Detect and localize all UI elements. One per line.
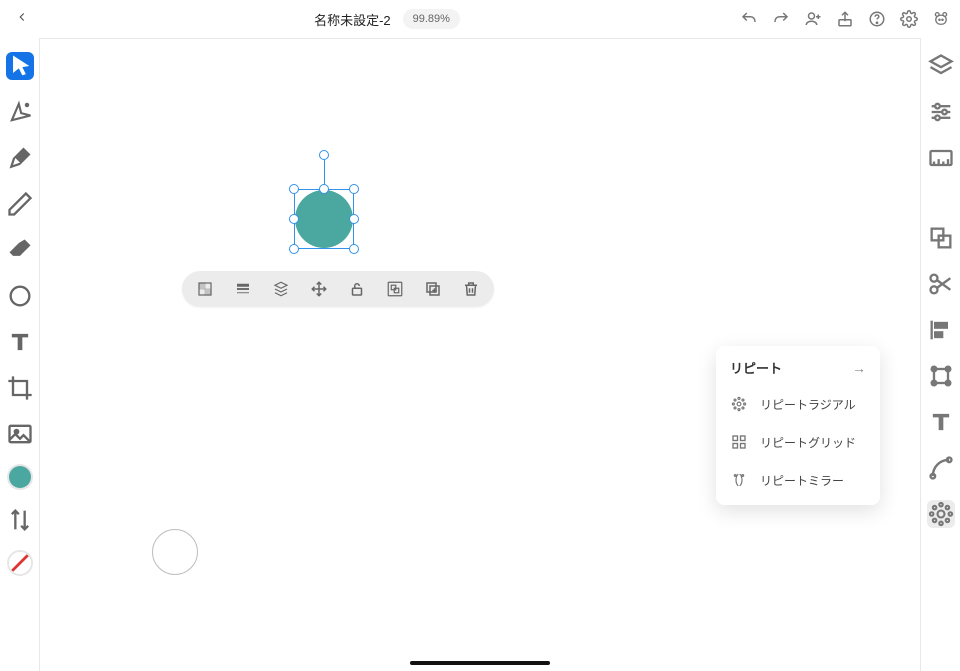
repeat-radial-item[interactable]: リピートラジアル bbox=[716, 385, 880, 423]
pen-tool[interactable] bbox=[6, 144, 34, 172]
repeat-popover: リピート → リピートラジアル リピートグリッド リピートミラー bbox=[716, 346, 880, 505]
handle-sw[interactable] bbox=[289, 244, 299, 254]
repeat-mirror-item[interactable]: リピートミラー bbox=[716, 461, 880, 499]
redo-button[interactable] bbox=[772, 10, 790, 28]
stroke-color-swatch[interactable] bbox=[9, 552, 31, 574]
text-tool[interactable] bbox=[6, 328, 34, 356]
handle-nw[interactable] bbox=[289, 184, 299, 194]
radial-icon bbox=[730, 395, 748, 413]
help-button[interactable] bbox=[868, 10, 886, 28]
handle-ne[interactable] bbox=[349, 184, 359, 194]
fill-color-swatch[interactable] bbox=[9, 466, 31, 488]
handle-e[interactable] bbox=[349, 214, 359, 224]
share-button[interactable] bbox=[836, 10, 854, 28]
right-toolbar bbox=[920, 38, 960, 671]
rotate-handle[interactable] bbox=[319, 150, 329, 160]
handle-w[interactable] bbox=[289, 214, 299, 224]
mirror-icon bbox=[730, 471, 748, 489]
left-toolbar bbox=[0, 38, 40, 671]
path-panel[interactable] bbox=[927, 454, 955, 482]
stroke-weight-button[interactable] bbox=[232, 278, 254, 300]
home-indicator bbox=[410, 661, 550, 665]
handle-se[interactable] bbox=[349, 244, 359, 254]
select-tool[interactable] bbox=[6, 52, 34, 80]
scissors-panel[interactable] bbox=[927, 270, 955, 298]
transform-panel[interactable] bbox=[927, 362, 955, 390]
delete-button[interactable] bbox=[460, 278, 482, 300]
group-button[interactable] bbox=[384, 278, 406, 300]
invite-button[interactable] bbox=[804, 10, 822, 28]
align-panel[interactable] bbox=[927, 316, 955, 344]
type-panel[interactable] bbox=[927, 408, 955, 436]
top-bar: 名称未設定-2 99.89% bbox=[0, 0, 960, 38]
canvas[interactable]: リピート → リピートラジアル リピートグリッド リピートミラー bbox=[40, 38, 920, 671]
direct-select-tool[interactable] bbox=[6, 98, 34, 126]
precision-panel[interactable] bbox=[927, 144, 955, 172]
properties-panel[interactable] bbox=[927, 98, 955, 126]
duplicate-button[interactable] bbox=[422, 278, 444, 300]
eraser-tool[interactable] bbox=[6, 236, 34, 264]
image-tool[interactable] bbox=[6, 420, 34, 448]
transparency-button[interactable] bbox=[194, 278, 216, 300]
zoom-level[interactable]: 99.89% bbox=[403, 9, 460, 29]
ellipse-tool[interactable] bbox=[6, 282, 34, 310]
repeat-grid-item[interactable]: リピートグリッド bbox=[716, 423, 880, 461]
handle-n[interactable] bbox=[319, 184, 329, 194]
repeat-mirror-label: リピートミラー bbox=[760, 472, 844, 489]
bear-icon[interactable] bbox=[932, 10, 950, 28]
unselected-ellipse[interactable] bbox=[152, 529, 198, 575]
popover-expand-icon[interactable]: → bbox=[852, 360, 866, 376]
repeat-radial-label: リピートラジアル bbox=[760, 396, 856, 413]
settings-button[interactable] bbox=[900, 10, 918, 28]
selection-box[interactable] bbox=[294, 189, 354, 249]
popover-title: リピート bbox=[730, 358, 782, 377]
combine-panel[interactable] bbox=[927, 224, 955, 252]
rotate-line bbox=[324, 157, 325, 185]
repeat-grid-label: リピートグリッド bbox=[760, 434, 856, 451]
back-button[interactable] bbox=[10, 10, 34, 29]
context-toolbar bbox=[182, 271, 494, 307]
undo-button[interactable] bbox=[740, 10, 758, 28]
selected-ellipse[interactable] bbox=[295, 190, 353, 248]
arrange-button[interactable] bbox=[270, 278, 292, 300]
document-title: 名称未設定-2 bbox=[314, 10, 391, 29]
grid-icon bbox=[730, 433, 748, 451]
layers-panel[interactable] bbox=[927, 52, 955, 80]
crop-tool[interactable] bbox=[6, 374, 34, 402]
pencil-tool[interactable] bbox=[6, 190, 34, 218]
arrows-tool[interactable] bbox=[6, 506, 34, 534]
move-button[interactable] bbox=[308, 278, 330, 300]
lock-button[interactable] bbox=[346, 278, 368, 300]
repeat-panel[interactable] bbox=[927, 500, 955, 528]
